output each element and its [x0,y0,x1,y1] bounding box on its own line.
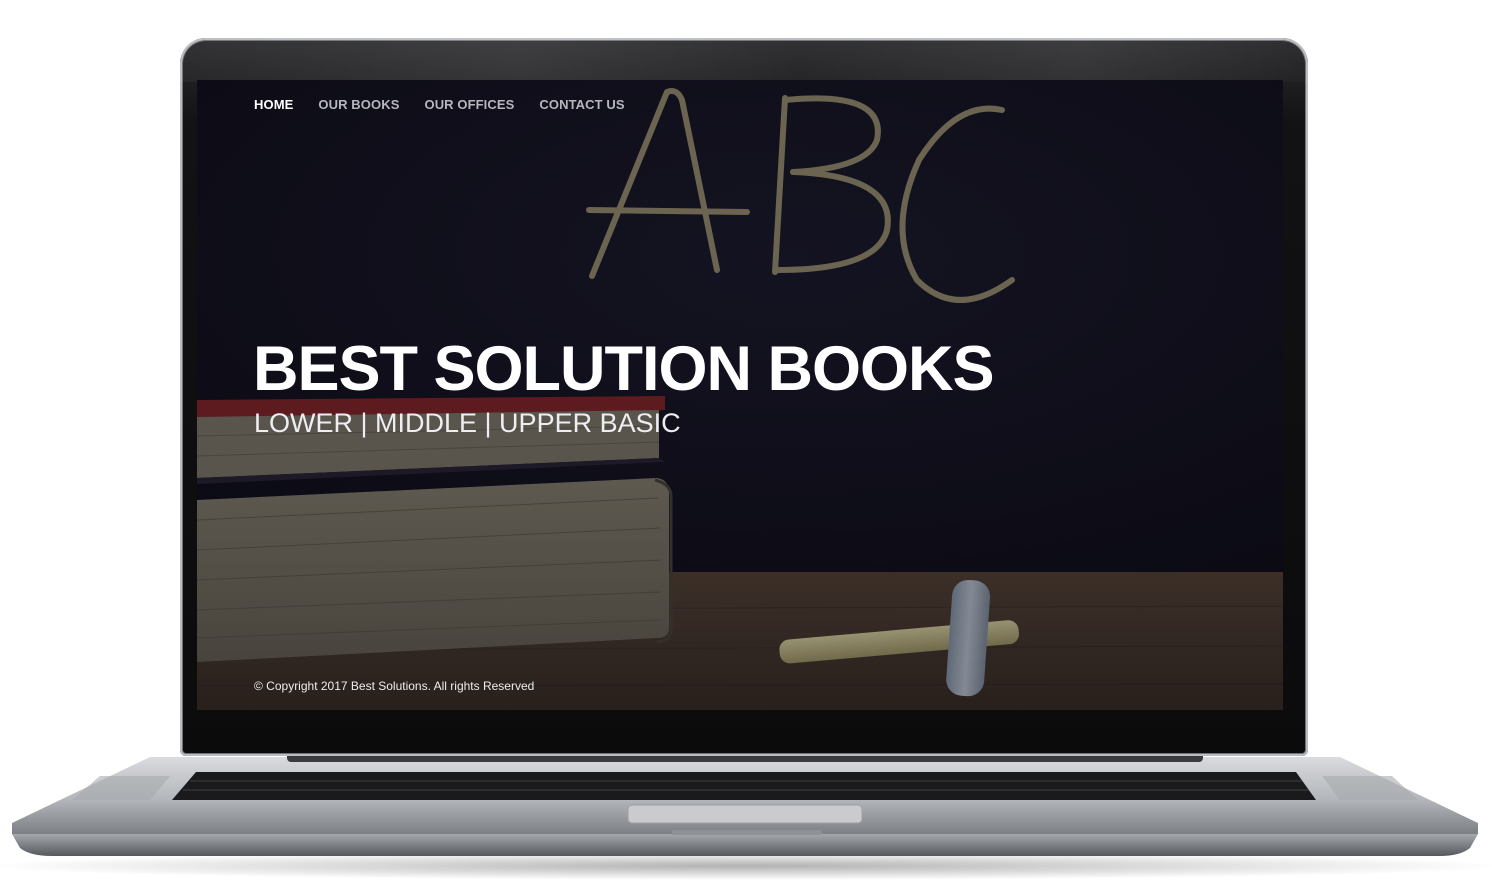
main-nav: HOME OUR BOOKS OUR OFFICES CONTACT US [254,97,625,112]
nav-home[interactable]: HOME [254,97,293,112]
laptop-mockup: HOME OUR BOOKS OUR OFFICES CONTACT US BE… [0,0,1492,880]
nav-our-offices[interactable]: OUR OFFICES [424,97,514,112]
nav-our-books[interactable]: OUR BOOKS [318,97,399,112]
hero-title: BEST SOLUTION BOOKS [253,334,995,404]
copyright-text: © Copyright 2017 Best Solutions. All rig… [254,679,535,693]
website-screen: HOME OUR BOOKS OUR OFFICES CONTACT US BE… [197,80,1283,710]
nav-contact-us[interactable]: CONTACT US [539,97,624,112]
hero-subtitle: LOWER | MIDDLE | UPPER BASIC [254,408,681,438]
